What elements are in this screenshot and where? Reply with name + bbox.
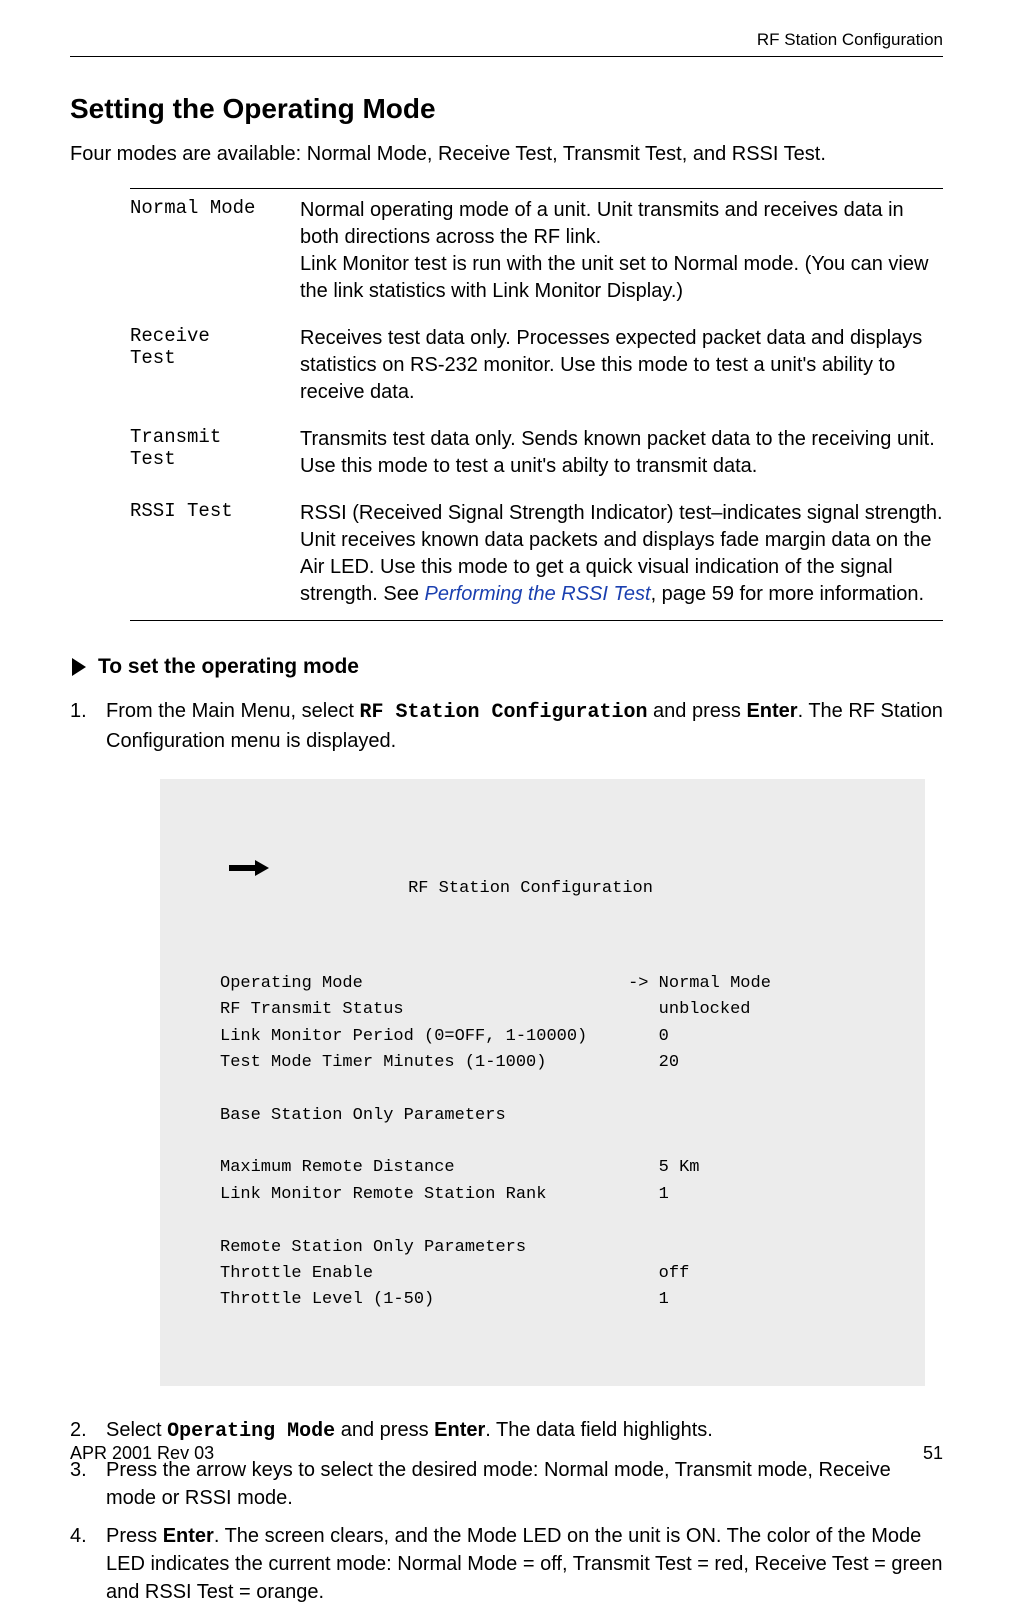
section-title: Setting the Operating Mode (70, 93, 943, 125)
mode-description: Receives test data only. Processes expec… (300, 325, 943, 406)
page-header-right: RF Station Configuration (70, 30, 943, 50)
mode-name: Normal Mode (130, 197, 300, 305)
modes-table: Normal ModeNormal operating mode of a un… (130, 188, 943, 621)
footer-left: APR 2001 Rev 03 (70, 1443, 214, 1464)
steps-list-1: From the Main Menu, select RF Station Co… (70, 697, 943, 755)
step-1-key: Enter (746, 700, 797, 722)
step-2-mid: and press (335, 1419, 434, 1441)
step-3: Press the arrow keys to select the desir… (70, 1456, 943, 1512)
arrow-right-icon (70, 656, 94, 678)
step-4-suffix: . The screen clears, and the Mode LED on… (106, 1525, 943, 1603)
step-2-suffix: . The data field highlights. (485, 1419, 713, 1441)
step-4-prefix: Press (106, 1525, 163, 1547)
mode-name: RSSI Test (130, 500, 300, 608)
step-2: Select Operating Mode and press Enter. T… (70, 1416, 943, 1446)
intro-paragraph: Four modes are available: Normal Mode, R… (70, 143, 943, 166)
step-1-mid: and press (647, 700, 746, 722)
step-3-text: Press the arrow keys to select the desir… (106, 1459, 891, 1509)
step-1-command: RF Station Configuration (359, 701, 647, 724)
step-2-key: Enter (434, 1419, 485, 1441)
page-footer: APR 2001 Rev 03 51 (70, 1443, 943, 1464)
step-4: Press Enter. The screen clears, and the … (70, 1522, 943, 1606)
mode-description: Transmits test data only. Sends known pa… (300, 426, 943, 480)
step-1-prefix: From the Main Menu, select (106, 700, 359, 722)
step-4-key: Enter (163, 1525, 214, 1547)
mode-name: Transmit Test (130, 426, 300, 480)
mode-row: Normal ModeNormal operating mode of a un… (130, 189, 943, 317)
mode-row: RSSI TestRSSI (Received Signal Strength … (130, 492, 943, 620)
mode-name: Receive Test (130, 325, 300, 406)
terminal-screenshot: RF Station Configuration Operating Mode … (160, 779, 925, 1386)
header-rule (70, 56, 943, 57)
subheader-row: To set the operating mode (70, 655, 943, 679)
mode-row: Transmit TestTransmits test data only. S… (130, 418, 943, 492)
terminal-title: RF Station Configuration (160, 876, 901, 902)
step-2-prefix: Select (106, 1419, 167, 1441)
terminal-body: Operating Mode -> Normal Mode RF Transmi… (220, 971, 901, 1313)
arrow-right-icon (168, 834, 269, 913)
subheader-title: To set the operating mode (98, 655, 359, 679)
step-2-command: Operating Mode (167, 1420, 335, 1443)
mode-description: RSSI (Received Signal Strength Indicator… (300, 500, 943, 608)
footer-page-number: 51 (923, 1443, 943, 1464)
mode-row: Receive TestReceives test data only. Pro… (130, 317, 943, 418)
step-1: From the Main Menu, select RF Station Co… (70, 697, 943, 755)
mode-description: Normal operating mode of a unit. Unit tr… (300, 197, 943, 305)
